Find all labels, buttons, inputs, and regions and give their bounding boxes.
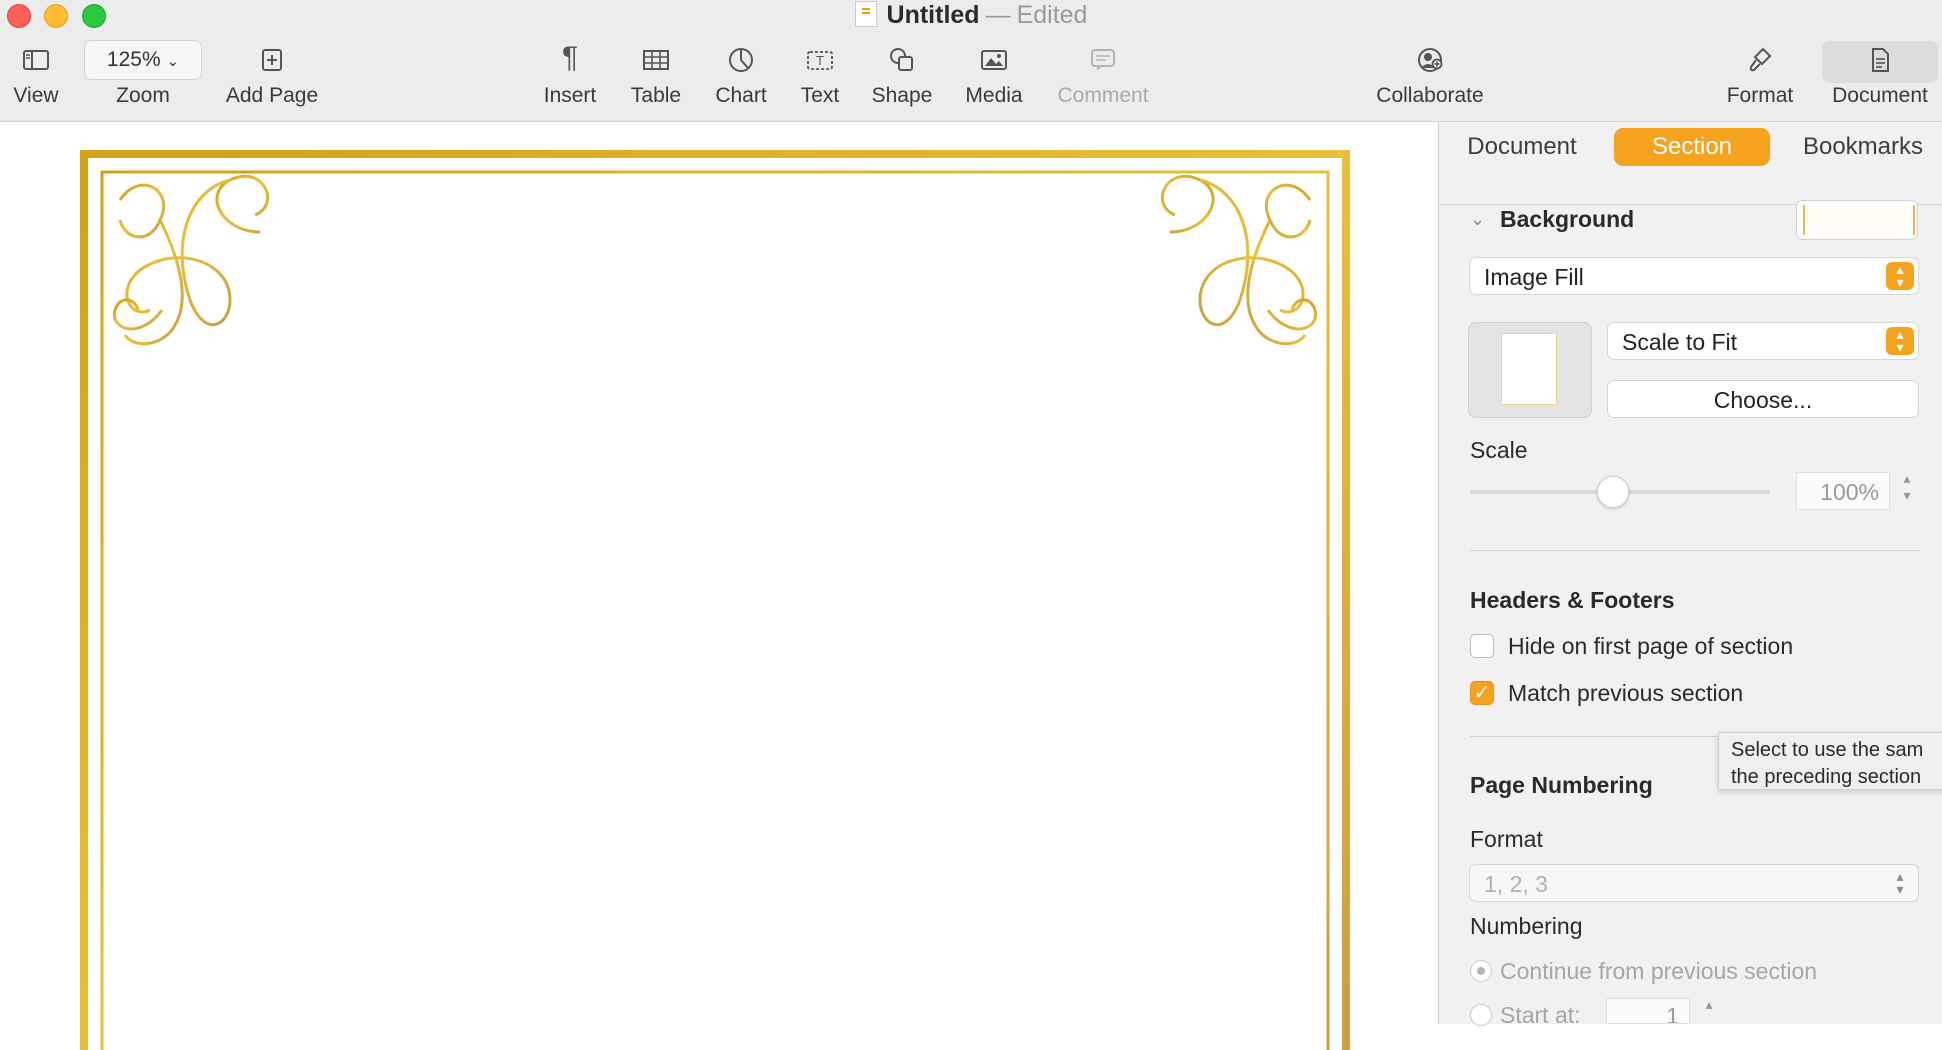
scale-mode-value: Scale to Fit: [1622, 329, 1738, 355]
zoom-label: Zoom: [116, 84, 170, 107]
page-number-format-select[interactable]: 1, 2, 3 ▴ ▾: [1469, 864, 1919, 902]
add-page-label: Add Page: [225, 84, 319, 107]
collaborate-icon: [1372, 40, 1488, 76]
scale-mode-select[interactable]: Scale to Fit ▴ ▾: [1607, 322, 1919, 360]
comment-button[interactable]: Comment: [1054, 40, 1152, 114]
title-separator: —: [985, 1, 1011, 29]
table-icon: [626, 40, 686, 76]
document-icon: [1822, 40, 1938, 76]
fill-type-select[interactable]: Image Fill ▴ ▾: [1469, 257, 1919, 295]
inspector-tabs: Document Section Bookmarks: [1439, 128, 1942, 168]
select-stepper-icon: ▴ ▾: [1886, 262, 1914, 290]
select-stepper-icon: ▴ ▾: [1896, 868, 1904, 897]
scale-slider-thumb[interactable]: [1597, 476, 1629, 508]
continue-numbering-label: Continue from previous section: [1500, 958, 1818, 984]
view-label: View: [13, 84, 59, 107]
format-button[interactable]: Format: [1724, 40, 1796, 114]
pages-document-icon: [854, 1, 877, 27]
image-thumbnail-preview: [1501, 333, 1557, 405]
shape-button[interactable]: Shape: [868, 40, 936, 114]
select-stepper-icon: ▴ ▾: [1886, 327, 1914, 355]
svg-text:T: T: [815, 54, 824, 68]
document-button[interactable]: Document: [1822, 40, 1938, 114]
start-at-radio[interactable]: [1470, 1004, 1492, 1026]
tooltip-line-1: Select to use the sam: [1731, 739, 1924, 761]
comment-label: Comment: [1057, 84, 1149, 107]
comment-icon: [1054, 40, 1152, 76]
choose-image-button[interactable]: Choose...: [1607, 380, 1919, 418]
tab-bookmarks[interactable]: Bookmarks: [1791, 128, 1935, 166]
tooltip-line-2: the preceding section: [1731, 766, 1922, 788]
page-numbering-heading: Page Numbering: [1470, 772, 1653, 798]
text-box-icon: T: [796, 40, 844, 76]
stepper-up-icon[interactable]: ▴: [1896, 470, 1918, 487]
match-previous-label: Match previous section: [1508, 680, 1744, 706]
pilcrow-icon: ¶: [561, 41, 579, 74]
insert-label: Insert: [543, 84, 597, 107]
tab-section[interactable]: Section: [1614, 128, 1770, 166]
shape-label: Shape: [871, 84, 933, 107]
format-label: Format: [1470, 826, 1543, 852]
decorative-gold-border: [80, 150, 1350, 1050]
hide-first-page-checkbox[interactable]: [1470, 634, 1494, 658]
text-label: Text: [800, 84, 840, 107]
shape-icon: [868, 40, 936, 76]
background-preview-swatch: [1803, 205, 1915, 235]
toolbar: Untitled — Edited View 125% ⌄ Zoom Add Pag…: [0, 0, 1942, 122]
start-at-stepper[interactable]: ▴: [1698, 996, 1720, 1013]
chevron-down-icon: ⌄: [166, 53, 180, 70]
tooltip: Select to use the sam the preceding sect…: [1718, 732, 1942, 790]
numbering-label: Numbering: [1470, 913, 1583, 939]
pie-chart-icon: [710, 40, 772, 76]
chart-label: Chart: [715, 84, 767, 107]
sidebar-icon: [8, 40, 64, 76]
zoom-value: 125%: [106, 48, 161, 71]
start-at-field[interactable]: 1: [1606, 998, 1690, 1024]
add-page-icon: [222, 40, 322, 76]
format-label: Format: [1726, 84, 1794, 107]
headers-footers-heading: Headers & Footers: [1470, 587, 1675, 613]
media-button[interactable]: Media: [962, 40, 1026, 114]
image-icon: [962, 40, 1026, 76]
page-number-format-value: 1, 2, 3: [1484, 871, 1548, 897]
document-label: Document: [1832, 84, 1928, 107]
scale-stepper[interactable]: ▴ ▾: [1896, 470, 1918, 504]
edited-status: Edited: [1016, 1, 1088, 29]
scale-label: Scale: [1470, 437, 1528, 463]
scale-value-field[interactable]: 100%: [1796, 472, 1890, 510]
stepper-up-icon[interactable]: ▴: [1698, 996, 1720, 1013]
stepper-down-icon[interactable]: ▾: [1896, 487, 1918, 504]
zoom-select[interactable]: 125% ⌄: [84, 40, 202, 80]
match-previous-checkbox[interactable]: ✓: [1470, 681, 1494, 705]
hide-first-page-label: Hide on first page of section: [1508, 633, 1794, 659]
fill-type-value: Image Fill: [1484, 264, 1584, 290]
continue-numbering-radio[interactable]: [1470, 960, 1492, 982]
section-divider: [1470, 550, 1920, 551]
checkmark-icon: ✓: [1473, 682, 1491, 704]
window-title: Untitled: [886, 1, 980, 29]
zoom-control[interactable]: 125% ⌄ Zoom: [84, 40, 202, 114]
tab-document[interactable]: Document: [1461, 128, 1583, 166]
table-label: Table: [630, 84, 682, 107]
disclosure-chevron-icon[interactable]: ⌄: [1470, 209, 1485, 230]
start-at-label: Start at:: [1500, 1002, 1581, 1028]
window-title-bar: Untitled — Edited: [0, 0, 1942, 30]
insert-button[interactable]: ¶ Insert: [538, 40, 602, 114]
collaborate-label: Collaborate: [1376, 84, 1484, 107]
section-divider: [1470, 736, 1720, 737]
background-heading: Background: [1500, 206, 1635, 232]
collaborate-button[interactable]: Collaborate: [1372, 40, 1488, 114]
image-thumbnail[interactable]: [1468, 322, 1592, 418]
media-label: Media: [965, 84, 1023, 107]
table-button[interactable]: Table: [626, 40, 686, 114]
background-color-well[interactable]: [1796, 200, 1918, 240]
view-button[interactable]: View: [8, 40, 64, 114]
chart-button[interactable]: Chart: [710, 40, 772, 114]
document-canvas[interactable]: [0, 122, 1437, 1050]
paintbrush-icon: [1724, 40, 1796, 76]
text-button[interactable]: T Text: [796, 40, 844, 114]
add-page-button[interactable]: Add Page: [222, 40, 322, 114]
